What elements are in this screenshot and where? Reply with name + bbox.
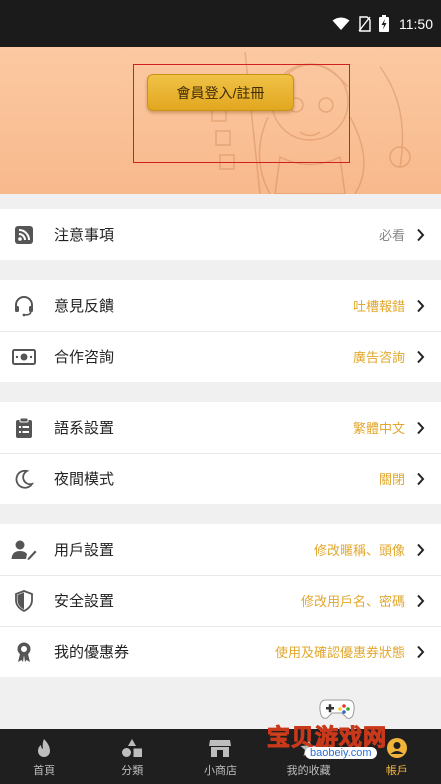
shield-icon (11, 588, 37, 614)
menu-label: 夜間模式 (54, 471, 115, 488)
menu-label: 安全設置 (54, 593, 115, 610)
menu-group-display: 語系設置 繁體中文 夜間模式 關閉 (0, 402, 441, 504)
menu-value: 吐槽報錯 (352, 299, 405, 314)
menu-label: 注意事項 (54, 227, 115, 244)
menu-row-language[interactable]: 語系設置 繁體中文 (0, 402, 441, 453)
cash-icon (11, 344, 37, 370)
account-icon (386, 736, 408, 760)
menu-value: 必看 (378, 228, 405, 243)
tab-label: 小商店 (203, 764, 237, 777)
user-edit-icon (11, 537, 37, 563)
menu-row-security[interactable]: 安全設置 修改用戶名、密碼 (0, 575, 441, 626)
bottom-tab-bar: 首頁 分類 小商店 我的收藏 帳戶 (0, 729, 441, 784)
tab-collection[interactable]: 我的收藏 (265, 736, 353, 778)
chevron-right-icon (413, 350, 427, 364)
menu-row-notice[interactable]: 注意事項 必看 (0, 209, 441, 260)
tab-categories[interactable]: 分類 (88, 736, 176, 778)
menu-label: 合作咨詢 (54, 349, 115, 366)
menu-row-coupons[interactable]: 我的優惠券 使用及確認優惠券狀態 (0, 626, 441, 677)
no-sim-icon (358, 15, 371, 32)
status-bar: 11:50 (0, 0, 441, 47)
menu-value: 繁體中文 (352, 421, 405, 436)
tab-account[interactable]: 帳戶 (353, 736, 441, 778)
award-icon (11, 639, 37, 665)
store-icon (208, 736, 232, 760)
tab-label: 帳戶 (385, 764, 408, 777)
headset-icon (11, 293, 37, 319)
tab-home[interactable]: 首頁 (0, 736, 88, 778)
menu-label: 用戶設置 (54, 542, 115, 559)
battery-charging-icon (379, 15, 389, 32)
menu-value: 使用及確認優惠券狀態 (274, 645, 405, 660)
clipboard-icon (11, 415, 37, 441)
menu-label: 語系設置 (54, 420, 115, 437)
gamepad-icon (319, 699, 355, 719)
tab-store[interactable]: 小商店 (176, 736, 264, 778)
chevron-right-icon (413, 299, 427, 313)
profile-banner: 會員登入/註冊 (0, 47, 441, 194)
menu-group-account: 用戶設置 修改暱稱、頭像 安全設置 修改用戶名、密碼 我的優惠券 使用及確認優惠… (0, 524, 441, 677)
chevron-right-icon (413, 421, 427, 435)
tab-label: 首頁 (33, 764, 56, 777)
moon-icon (11, 466, 37, 492)
menu-value: 廣告咨詢 (352, 350, 405, 365)
flame-icon (36, 736, 52, 760)
menu-group-notice: 注意事項 必看 (0, 209, 441, 260)
menu-row-night-mode[interactable]: 夜間模式 關閉 (0, 453, 441, 504)
chevron-right-icon (413, 228, 427, 242)
menu-row-cooperation[interactable]: 合作咨詢 廣告咨詢 (0, 331, 441, 382)
chevron-right-icon (413, 543, 427, 557)
tab-label: 我的收藏 (286, 764, 331, 777)
login-register-button[interactable]: 會員登入/註冊 (147, 74, 294, 111)
menu-value: 關閉 (378, 472, 405, 487)
rss-icon (11, 222, 37, 248)
collection-icon (299, 736, 319, 760)
menu-label: 我的優惠券 (54, 644, 130, 661)
menu-value: 修改暱稱、頭像 (313, 543, 405, 558)
menu-row-feedback[interactable]: 意見反饋 吐槽報錯 (0, 280, 441, 331)
menu-label: 意見反饋 (54, 298, 115, 315)
chevron-right-icon (413, 645, 427, 659)
chevron-right-icon (413, 594, 427, 608)
chevron-right-icon (413, 472, 427, 486)
status-time: 11:50 (399, 15, 433, 32)
menu-value: 修改用戶名、密碼 (300, 594, 405, 609)
menu-row-user-settings[interactable]: 用戶設置 修改暱稱、頭像 (0, 524, 441, 575)
shapes-icon (121, 736, 143, 760)
wifi-icon (332, 17, 350, 31)
menu-group-support: 意見反饋 吐槽報錯 合作咨詢 廣告咨詢 (0, 280, 441, 382)
tab-label: 分類 (121, 764, 144, 777)
